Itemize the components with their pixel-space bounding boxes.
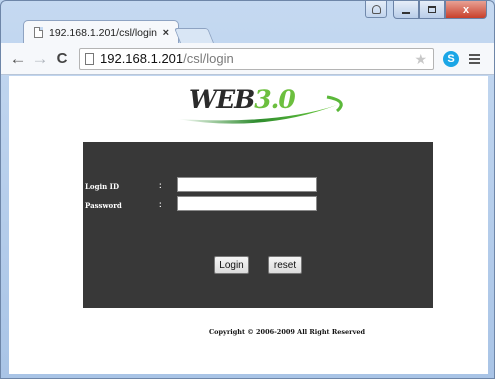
window-controls: x bbox=[365, 1, 487, 19]
bookmark-star-icon[interactable]: ★ bbox=[414, 51, 427, 68]
maximize-icon bbox=[428, 6, 436, 13]
url-host: 192.168.1.201 bbox=[100, 51, 184, 66]
page-icon bbox=[34, 27, 43, 38]
forward-arrow-icon[interactable]: → bbox=[29, 49, 51, 69]
logo-text-main: WEB bbox=[189, 85, 255, 114]
login-id-colon: : bbox=[159, 181, 162, 190]
copyright-text: Copyright © 2006-2009 All Right Reserved bbox=[209, 328, 366, 336]
new-tab-button[interactable] bbox=[173, 28, 215, 43]
close-window-button[interactable]: x bbox=[445, 1, 487, 19]
logo-text-accent: 3.0 bbox=[254, 85, 295, 114]
back-arrow-icon[interactable]: ← bbox=[7, 49, 29, 69]
tab-title: 192.168.1.201/csl/login bbox=[49, 26, 157, 39]
minimize-button[interactable] bbox=[393, 1, 419, 19]
web-logo: WEB3.0 bbox=[167, 81, 357, 127]
reset-button[interactable]: reset bbox=[268, 256, 302, 274]
login-panel: Login ID : Password : Login reset bbox=[83, 142, 433, 308]
login-id-input[interactable] bbox=[177, 177, 317, 192]
login-button[interactable]: Login bbox=[214, 256, 249, 274]
password-input[interactable] bbox=[177, 196, 317, 211]
maximize-button[interactable] bbox=[419, 1, 445, 19]
password-colon: : bbox=[159, 200, 162, 209]
page-content: WEB3.0 Login ID : Password : Login reset… bbox=[9, 76, 488, 374]
page-icon bbox=[85, 52, 94, 65]
tab-strip: 192.168.1.201/csl/login × x bbox=[1, 1, 494, 44]
browser-window: 192.168.1.201/csl/login × x ← → C 192.16… bbox=[0, 0, 495, 379]
minimize-icon bbox=[402, 11, 410, 14]
password-label: Password bbox=[85, 201, 122, 210]
logo-text: WEB3.0 bbox=[189, 85, 296, 114]
url-text[interactable]: 192.168.1.201/csl/login bbox=[100, 51, 234, 66]
skype-extension-icon[interactable]: S bbox=[443, 50, 459, 67]
tab-close-icon[interactable]: × bbox=[163, 27, 169, 39]
url-path: /csl/login bbox=[183, 51, 234, 66]
address-bar[interactable]: 192.168.1.201/csl/login ★ bbox=[79, 47, 434, 70]
browser-toolbar: ← → C 192.168.1.201/csl/login ★ S bbox=[1, 43, 494, 75]
menu-icon[interactable] bbox=[469, 53, 480, 64]
browser-tab[interactable]: 192.168.1.201/csl/login × bbox=[23, 20, 179, 44]
reload-icon[interactable]: C bbox=[51, 49, 73, 69]
user-profile-icon[interactable] bbox=[365, 1, 387, 18]
login-id-label: Login ID bbox=[85, 182, 120, 191]
